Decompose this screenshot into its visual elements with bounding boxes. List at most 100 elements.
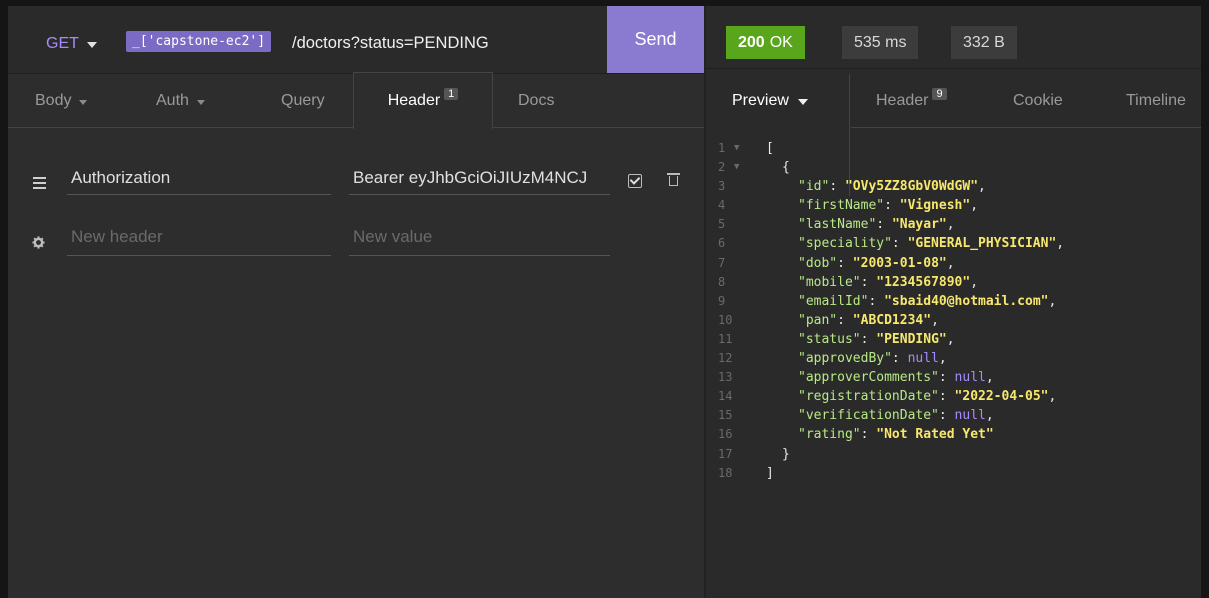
line-number: 18 <box>718 465 733 480</box>
code-text: "id": "OVy5ZZ8GbV0WdGW", <box>798 179 986 195</box>
tab-header-label: Header <box>387 92 441 109</box>
tab-header[interactable]: Header 1 <box>353 72 493 129</box>
response-header-count-badge: 9 <box>932 88 947 100</box>
tab-response-header[interactable]: Header 9 <box>876 74 947 128</box>
code-text: "verificationDate": null, <box>798 408 994 424</box>
tab-auth-label: Auth <box>156 92 189 109</box>
tab-response-header-label: Header <box>876 92 929 109</box>
code-text: "mobile": "1234567890", <box>798 274 979 290</box>
line-number: 8 <box>718 274 726 289</box>
response-tabs-divider <box>851 127 1201 128</box>
tab-body[interactable]: Body <box>35 74 88 128</box>
fold-toggle-icon[interactable]: ▼ <box>734 158 739 177</box>
code-line: 4 "firstName": "Vignesh", <box>706 196 1201 215</box>
response-time-badge: 535 ms <box>842 26 919 59</box>
code-line: 11 "status": "PENDING", <box>706 330 1201 349</box>
send-button[interactable]: Send <box>607 6 704 73</box>
tab-docs-label: Docs <box>518 92 555 109</box>
header-name-value: Authorization <box>71 168 171 187</box>
code-text: } <box>782 446 790 462</box>
new-header-row: New header New value <box>8 223 704 263</box>
code-text: ] <box>766 465 774 481</box>
environment-variable-tag[interactable]: _['capstone-ec2'] <box>126 31 272 52</box>
trash-icon[interactable] <box>667 173 680 186</box>
response-pane: 200 OK 535 ms 332 B Preview Header 9 Coo… <box>706 6 1201 598</box>
header-name-field[interactable]: Authorization <box>67 164 331 195</box>
gear-icon[interactable] <box>32 236 45 249</box>
line-number: 2 <box>718 160 726 175</box>
code-line: 14 "registrationDate": "2022-04-05", <box>706 387 1201 406</box>
response-status-bar: 200 OK 535 ms 332 B <box>706 6 1201 69</box>
tab-docs[interactable]: Docs <box>518 74 554 128</box>
code-line: 3 "id": "OVy5ZZ8GbV0WdGW", <box>706 177 1201 196</box>
tab-preview[interactable]: Preview <box>732 74 808 128</box>
line-number: 6 <box>718 236 726 251</box>
code-text: "pan": "ABCD1234", <box>798 312 939 328</box>
line-number: 16 <box>718 427 733 442</box>
chevron-down-icon <box>86 42 97 48</box>
line-number: 11 <box>718 331 733 346</box>
line-number: 10 <box>718 312 733 327</box>
tab-cookie-label: Cookie <box>1013 92 1063 109</box>
header-row: Authorization Bearer eyJhbGciOiJIUzM4NCJ <box>8 164 704 204</box>
chevron-down-icon <box>196 99 205 105</box>
checkbox-icon[interactable] <box>628 174 642 188</box>
request-pane: GET _['capstone-ec2'] /doctors?status=PE… <box>8 6 704 598</box>
tabs-divider-left <box>8 127 353 128</box>
new-header-name-field[interactable]: New header <box>67 223 331 256</box>
new-header-value-field[interactable]: New value <box>349 223 610 256</box>
tab-auth[interactable]: Auth <box>156 74 205 128</box>
header-count-badge: 1 <box>444 88 459 100</box>
tab-cookie[interactable]: Cookie <box>1013 74 1063 128</box>
code-line: 8 "mobile": "1234567890", <box>706 273 1201 292</box>
code-line: 13 "approverComments": null, <box>706 368 1201 387</box>
tab-query[interactable]: Query <box>281 74 325 128</box>
tab-timeline[interactable]: Timeline <box>1126 74 1186 128</box>
tabs-divider-right <box>492 127 704 128</box>
window-frame-right <box>1201 0 1209 598</box>
line-number: 17 <box>718 446 733 461</box>
hamburger-icon[interactable] <box>33 177 46 189</box>
code-text: "emailId": "sbaid40@hotmail.com", <box>798 293 1057 309</box>
method-label: GET <box>46 35 79 52</box>
fold-toggle-icon[interactable]: ▼ <box>734 139 739 158</box>
code-text: { <box>782 160 790 176</box>
code-text: "firstName": "Vignesh", <box>798 198 979 214</box>
line-number: 14 <box>718 389 733 404</box>
line-number: 4 <box>718 198 726 213</box>
chevron-down-icon <box>797 99 808 105</box>
tab-preview-label: Preview <box>732 92 789 109</box>
code-text: "dob": "2003-01-08", <box>798 255 955 271</box>
line-number: 3 <box>718 179 726 194</box>
code-line: 2 ▼ { <box>706 158 1201 177</box>
code-line: 1 ▼ [ <box>706 139 1201 158</box>
new-header-value-placeholder: New value <box>353 227 433 246</box>
new-header-name-placeholder: New header <box>71 227 163 246</box>
code-line: 9 "emailId": "sbaid40@hotmail.com", <box>706 292 1201 311</box>
line-number: 13 <box>718 370 733 385</box>
line-number: 5 <box>718 217 726 232</box>
tab-query-label: Query <box>281 92 325 109</box>
line-number: 15 <box>718 408 733 423</box>
tab-body-label: Body <box>35 92 72 109</box>
code-line: 17} <box>706 445 1201 464</box>
url-input[interactable]: /doctors?status=PENDING <box>292 34 489 53</box>
code-line: 16 "rating": "Not Rated Yet" <box>706 425 1201 444</box>
status-text: OK <box>769 33 793 51</box>
code-line: 12 "approvedBy": null, <box>706 349 1201 368</box>
tab-timeline-label: Timeline <box>1126 92 1186 109</box>
method-dropdown[interactable]: GET <box>46 35 97 53</box>
line-number: 12 <box>718 351 733 366</box>
code-text: "lastName": "Nayar", <box>798 217 955 233</box>
header-value-value: Bearer eyJhbGciOiJIUzM4NCJ <box>353 168 588 187</box>
code-text: [ <box>766 141 774 156</box>
window-frame-left <box>0 0 8 598</box>
code-line: 15 "verificationDate": null, <box>706 406 1201 425</box>
code-line: 7 "dob": "2003-01-08", <box>706 254 1201 273</box>
code-text: "approverComments": null, <box>798 370 994 386</box>
response-size-badge: 332 B <box>951 26 1017 59</box>
code-text: "speciality": "GENERAL_PHYSICIAN", <box>798 236 1065 252</box>
json-preview: 1 ▼ [2 ▼ {3 "id": "OVy5ZZ8GbV0WdGW", 4 "firstNa… <box>706 139 1201 483</box>
code-line: 18] <box>706 464 1201 483</box>
header-value-field[interactable]: Bearer eyJhbGciOiJIUzM4NCJ <box>349 164 610 195</box>
